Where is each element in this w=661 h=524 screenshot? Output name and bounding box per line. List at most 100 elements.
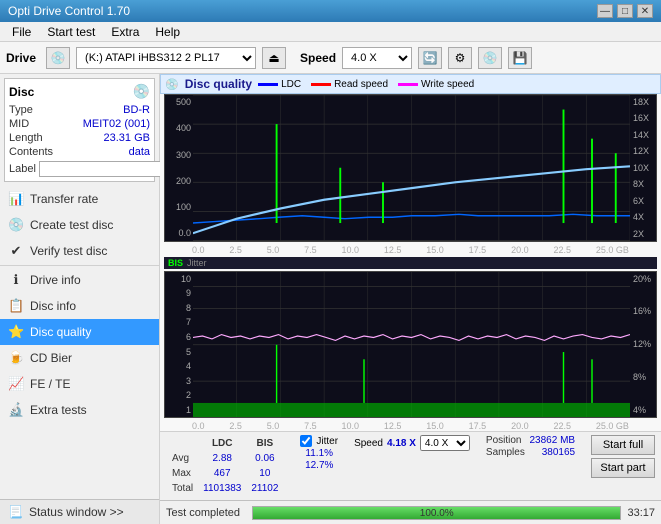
progress-track: 100.0% — [252, 506, 621, 520]
stats-total-bis: 21102 — [247, 482, 282, 495]
legend-read-speed: Read speed — [311, 79, 388, 90]
minimize-button[interactable]: — — [597, 4, 613, 18]
speed-row: Speed 4.18 X 4.0 X — [354, 435, 470, 451]
extra-tests-icon: 🔬 — [8, 402, 24, 418]
drive-selector[interactable]: (K:) ATAPI iHBS312 2 PL17 — [76, 47, 256, 69]
sidebar-item-disc-info[interactable]: 📋 Disc info — [0, 293, 159, 319]
stats-bis-header: BIS — [247, 437, 282, 450]
disc-button[interactable]: 💿 — [478, 47, 502, 69]
disc-panel-icon: 💿 — [133, 83, 150, 100]
chart-legend: LDC Read speed Write speed — [258, 79, 474, 90]
stats-bar: LDC BIS Avg 2.88 0.06 Max 467 10 Total 1… — [160, 431, 661, 500]
samples-row: Samples 380165 — [486, 447, 575, 458]
bottom-chart-y-labels-right: 20% 16% 12% 8% 4% — [630, 272, 656, 418]
disc-mid-row: MID MEIT02 (001) — [9, 117, 150, 131]
stats-max-ldc: 467 — [199, 467, 245, 480]
status-window-label: Status window >> — [29, 505, 124, 519]
fe-te-label: FE / TE — [30, 377, 70, 391]
nav-divider-1 — [0, 265, 159, 266]
chart-title-bar: 💿 Disc quality LDC Read speed Write spee… — [160, 74, 661, 94]
sidebar-item-fe-te[interactable]: 📈 FE / TE — [0, 371, 159, 397]
disc-label-row: Label 🔍 — [9, 161, 150, 177]
sidebar-item-create-test-disc[interactable]: 💿 Create test disc — [0, 212, 159, 238]
jitter-avg-val: 11.1% — [300, 448, 338, 459]
sidebar-item-disc-quality[interactable]: ⭐ Disc quality — [0, 319, 159, 345]
chart-title-icon: 💿 — [165, 78, 179, 91]
chart-title: Disc quality — [185, 77, 252, 91]
cd-bier-label: CD Bier — [30, 351, 72, 365]
drive-info-label: Drive info — [30, 273, 81, 287]
stats-max-bis: 10 — [247, 467, 282, 480]
disc-length-row: Length 23.31 GB — [9, 131, 150, 145]
jitter-label: Jitter — [316, 436, 338, 447]
menu-file[interactable]: File — [4, 23, 39, 41]
maximize-button[interactable]: □ — [617, 4, 633, 18]
bottom-chart-x-labels: 0.0 2.5 5.0 7.5 10.0 12.5 15.0 17.5 20.0… — [164, 421, 657, 431]
legend-ldc-color — [258, 83, 278, 86]
top-chart-panel: 500 400 300 200 100 0.0 — [164, 94, 657, 242]
disc-length-key: Length — [9, 132, 43, 144]
disc-quality-icon: ⭐ — [8, 324, 24, 340]
status-window-icon: 📃 — [8, 505, 23, 519]
content-area: 💿 Disc quality LDC Read speed Write spee… — [160, 74, 661, 524]
toolbar: Drive 💿 (K:) ATAPI iHBS312 2 PL17 ⏏ Spee… — [0, 42, 661, 74]
disc-info-icon: 📋 — [8, 298, 24, 314]
top-chart-area — [193, 95, 630, 241]
sidebar-item-verify-test-disc[interactable]: ✔ Verify test disc — [0, 238, 159, 264]
disc-contents-row: Contents data — [9, 145, 150, 159]
speed-selector[interactable]: 4.0 X 2.0 X 8.0 X — [342, 47, 412, 69]
eject-button[interactable]: ⏏ — [262, 47, 286, 69]
speed-dropdown[interactable]: 4.0 X — [420, 435, 470, 451]
start-part-button[interactable]: Start part — [591, 458, 655, 478]
jitter-section: Jitter 11.1% 12.7% — [300, 435, 338, 471]
menu-help[interactable]: Help — [147, 23, 188, 41]
disc-mid-val: MEIT02 (001) — [83, 118, 150, 130]
menu-start-test[interactable]: Start test — [39, 23, 103, 41]
stats-total-label: Total — [168, 482, 197, 495]
charts-wrapper: 500 400 300 200 100 0.0 — [160, 94, 661, 431]
legend-ldc: LDC — [258, 79, 301, 90]
menu-extra[interactable]: Extra — [103, 23, 147, 41]
disc-type-row: Type BD-R — [9, 103, 150, 117]
disc-quality-label: Disc quality — [30, 325, 91, 339]
progress-text: 100.0% — [253, 508, 620, 519]
bottom-chart-svg — [193, 272, 630, 418]
position-label: Position — [486, 435, 522, 446]
disc-panel-title: Disc — [9, 85, 34, 99]
disc-label-input[interactable] — [39, 161, 177, 177]
top-chart-svg — [193, 95, 630, 241]
drive-icon-button[interactable]: 💿 — [46, 47, 70, 69]
legend-read-label: Read speed — [334, 79, 388, 90]
samples-value: 380165 — [542, 447, 575, 458]
sidebar-item-extra-tests[interactable]: 🔬 Extra tests — [0, 397, 159, 423]
start-full-button[interactable]: Start full — [591, 435, 655, 455]
cd-bier-icon: 🍺 — [8, 350, 24, 366]
drive-info-icon: ℹ — [8, 272, 24, 288]
legend-write-label: Write speed — [421, 79, 474, 90]
disc-type-val: BD-R — [123, 104, 150, 116]
app-title: Opti Drive Control 1.70 — [8, 4, 130, 18]
stats-total-ldc: 1101383 — [199, 482, 245, 495]
sidebar-item-cd-bier[interactable]: 🍺 CD Bier — [0, 345, 159, 371]
legend-write-color — [398, 83, 418, 86]
settings-button[interactable]: ⚙ — [448, 47, 472, 69]
sidebar-item-transfer-rate[interactable]: 📊 Transfer rate — [0, 186, 159, 212]
save-button[interactable]: 💾 — [508, 47, 532, 69]
status-text: Test completed — [166, 507, 246, 519]
stats-avg-bis: 0.06 — [247, 452, 282, 465]
drive-label: Drive — [6, 51, 36, 65]
disc-info-panel: Disc 💿 Type BD-R MID MEIT02 (001) Length… — [4, 78, 155, 182]
create-test-disc-icon: 💿 — [8, 217, 24, 233]
status-window-button[interactable]: 📃 Status window >> — [0, 499, 159, 524]
jitter-checkbox[interactable] — [300, 435, 312, 447]
close-button[interactable]: ✕ — [637, 4, 653, 18]
disc-label-key: Label — [9, 163, 36, 175]
refresh-button[interactable]: 🔄 — [418, 47, 442, 69]
position-value: 23862 MB — [530, 435, 576, 446]
time-display: 33:17 — [627, 507, 655, 519]
top-chart-y-labels-left: 500 400 300 200 100 0.0 — [165, 95, 193, 241]
transfer-rate-label: Transfer rate — [30, 192, 98, 206]
stats-table: LDC BIS Avg 2.88 0.06 Max 467 10 Total 1… — [166, 435, 284, 497]
sidebar: Disc 💿 Type BD-R MID MEIT02 (001) Length… — [0, 74, 160, 524]
sidebar-item-drive-info[interactable]: ℹ Drive info — [0, 267, 159, 293]
